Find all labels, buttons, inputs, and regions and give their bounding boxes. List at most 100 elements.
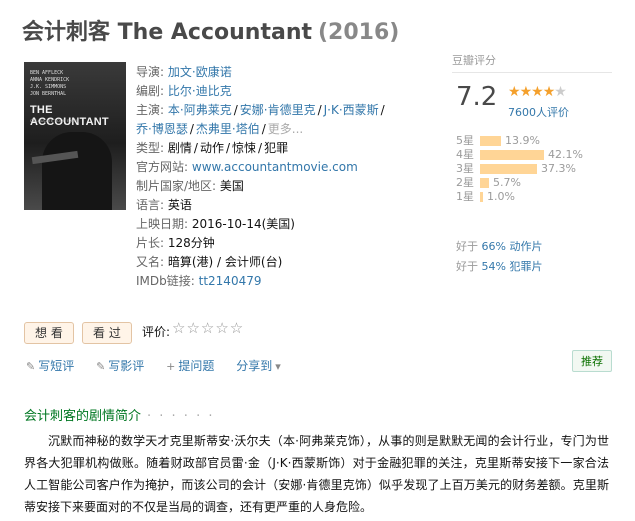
summary-dots: · · · · · ·	[147, 409, 215, 424]
share-action[interactable]: 分享到 ▾	[236, 359, 284, 373]
movie-year: (2016)	[318, 20, 400, 45]
better-than-prefix: 好于	[456, 240, 478, 253]
plus-icon: +	[166, 360, 176, 373]
runtime-value: 128分钟	[167, 236, 215, 250]
rating-header: 豆瓣评分	[452, 52, 612, 73]
country-label: 制片国家/地区:	[136, 179, 217, 193]
aka-value: 暗算(港) / 会计师(台)	[167, 255, 283, 269]
director-link[interactable]: 加文·欧康诺	[168, 65, 232, 79]
rating-dist-bar	[480, 150, 544, 160]
rating-panel: 豆瓣评分 7.2 ★★★★★ 7600人评价 5星 13.9% 4星 42.1% 3星 3…	[452, 52, 612, 274]
writer-label: 编剧:	[136, 84, 165, 98]
genre-label: 类型:	[136, 141, 165, 155]
poster-credit: JON BERNTHAL	[30, 91, 67, 97]
country-row: 制片国家/地区: 美国	[136, 177, 436, 196]
poster-credit: J.K. SIMMONS	[30, 84, 67, 90]
poster-credit: ANNA KENDRICK	[30, 77, 70, 83]
cast-link[interactable]: 乔·博恩瑟	[136, 122, 188, 136]
rate-label: 评价:	[142, 325, 171, 339]
cast-link[interactable]: 本·阿弗莱克	[168, 103, 232, 117]
genre: 剧情	[167, 141, 192, 155]
rating-dist-percent: 13.9%	[505, 134, 540, 147]
rating-votes-link[interactable]: 7600人评价	[508, 104, 569, 120]
rating-dist-row: 2星 5.7%	[456, 176, 521, 190]
rating-dist-row: 5星 13.9%	[456, 134, 540, 148]
rating-dist-label: 2星	[456, 176, 474, 189]
better-than-link[interactable]: 54% 犯罪片	[482, 260, 543, 273]
movie-name: 会计刺客 The Accountant	[22, 20, 312, 45]
rating-dist-percent: 1.0%	[487, 190, 515, 203]
cast-row: 主演: 本·阿弗莱克 / 安娜·肯德里克 / J·K·西蒙斯 /	[136, 103, 385, 117]
poster-credits: BEN AFFLECK ANNA KENDRICK J.K. SIMMONS J…	[30, 70, 69, 98]
poster-tagline: CALCULATE YOUR EXITS	[30, 118, 79, 123]
write-short-review-action[interactable]: ✎ 写短评	[26, 359, 74, 373]
rating-dist-label: 4星	[456, 148, 474, 161]
rating-dist-percent: 37.3%	[541, 162, 576, 175]
star-filled-icon: ★	[531, 84, 544, 100]
write-review-action[interactable]: ✎ 写影评	[96, 359, 144, 373]
movie-poster[interactable]: BEN AFFLECK ANNA KENDRICK J.K. SIMMONS J…	[24, 62, 126, 210]
rating-dist-label: 5星	[456, 134, 474, 147]
rating-score: 7.2	[456, 82, 498, 112]
better-than-link[interactable]: 66% 动作片	[482, 240, 543, 253]
better-than-row: 好于 66% 动作片	[456, 238, 542, 254]
imdb-label: IMDb链接:	[136, 274, 195, 288]
aka-label: 又名:	[136, 255, 165, 269]
summary-heading: 会计刺客的剧情简介	[24, 409, 142, 424]
imdb-link[interactable]: tt2140479	[199, 274, 262, 288]
director-label: 导演:	[136, 65, 165, 79]
star-empty-icon: ★	[554, 84, 567, 100]
release-row: 上映日期: 2016-10-14(美国)	[136, 215, 436, 234]
rating-dist-row: 4星 42.1%	[456, 148, 583, 162]
writer-link[interactable]: 比尔·迪比克	[168, 84, 232, 98]
genre: 惊悚	[232, 141, 257, 155]
rating-dist-label: 3星	[456, 162, 474, 175]
rating-stars: ★★★★★	[508, 84, 567, 100]
language-value: 英语	[167, 198, 192, 212]
website-row: 官方网站: www.accountantmovie.com	[136, 158, 436, 177]
genre: 动作	[199, 141, 224, 155]
rate-stars-input[interactable]: ☆☆☆☆☆	[172, 319, 244, 337]
language-row: 语言: 英语	[136, 196, 436, 215]
chevron-down-icon: ▾	[275, 360, 281, 373]
poster-credit: BEN AFFLECK	[30, 70, 64, 76]
rating-dist-bar	[480, 192, 483, 202]
rating-dist-percent: 5.7%	[493, 176, 521, 189]
rating-dist-bar	[480, 178, 489, 188]
director-row: 导演: 加文·欧康诺	[136, 63, 436, 82]
recommend-button[interactable]: 推荐	[572, 350, 612, 372]
rating-dist-bar	[480, 136, 501, 146]
cast-link[interactable]: J·K·西蒙斯	[324, 103, 379, 117]
genre: 犯罪	[264, 141, 289, 155]
star-filled-icon: ★	[508, 84, 521, 100]
cast-more-link[interactable]: 更多...	[268, 122, 303, 136]
imdb-row: IMDb链接: tt2140479	[136, 272, 436, 291]
writer-row: 编剧: 比尔·迪比克	[136, 82, 436, 101]
aka-row: 又名: 暗算(港) / 会计师(台)	[136, 253, 436, 272]
rating-dist-row: 1星 1.0%	[456, 190, 515, 204]
website-link[interactable]: www.accountantmovie.com	[192, 160, 358, 174]
runtime-label: 片长:	[136, 236, 165, 250]
rating-dist-percent: 42.1%	[548, 148, 583, 161]
better-than-prefix: 好于	[456, 260, 478, 273]
movie-info: 导演: 加文·欧康诺 编剧: 比尔·迪比克 主演: 本·阿弗莱克 / 安娜·肯德里克…	[136, 63, 436, 291]
watched-button[interactable]: 看 过	[82, 322, 132, 344]
rating-dist-bar	[480, 164, 537, 174]
pencil-icon: ✎	[26, 360, 36, 373]
sub-actions: ✎ 写短评 ✎ 写影评 + 提问题 分享到 ▾	[26, 357, 302, 374]
rating-dist-row: 3星 37.3%	[456, 162, 576, 176]
language-label: 语言:	[136, 198, 165, 212]
pencil-icon: ✎	[96, 360, 106, 373]
runtime-row: 片长: 128分钟	[136, 234, 436, 253]
better-than-row: 好于 54% 犯罪片	[456, 258, 542, 274]
page-title: 会计刺客 The Accountant (2016)	[22, 14, 399, 46]
cast-row-2: 乔·博恩瑟 / 杰弗里·塔伯 / 更多...	[136, 122, 304, 136]
release-label: 上映日期:	[136, 217, 189, 231]
star-filled-icon: ★	[542, 84, 556, 100]
ask-question-action[interactable]: + 提问题	[166, 359, 214, 373]
summary-title: 会计刺客的剧情简介 · · · · · ·	[24, 405, 214, 424]
poster-figure	[42, 132, 112, 210]
cast-link[interactable]: 安娜·肯德里克	[240, 103, 316, 117]
cast-link[interactable]: 杰弗里·塔伯	[196, 122, 260, 136]
want-to-watch-button[interactable]: 想 看	[24, 322, 74, 344]
